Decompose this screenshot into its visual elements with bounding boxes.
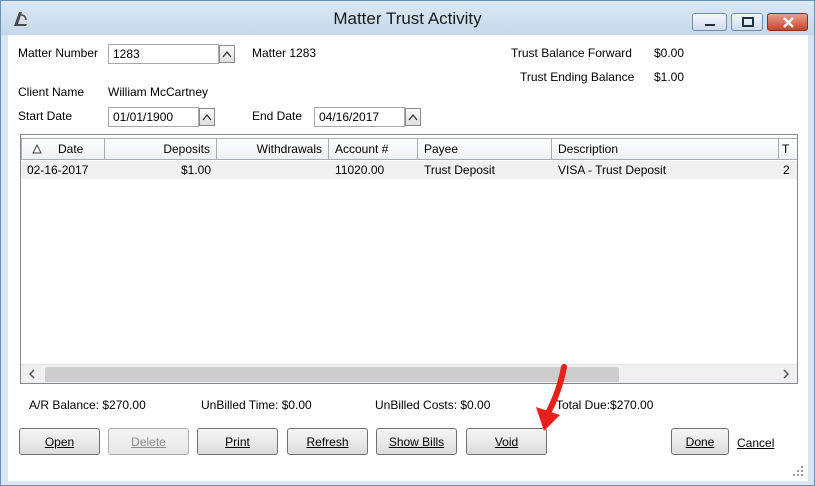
- cell-date: 02-16-2017: [27, 163, 89, 177]
- ar-balance: A/R Balance: $270.00: [29, 398, 146, 412]
- column-header-account[interactable]: Account #: [329, 138, 418, 160]
- cell-account: 11020.00: [335, 163, 385, 177]
- start-date-spin-button[interactable]: [199, 108, 215, 126]
- cell-t: 2: [783, 163, 790, 177]
- trust-balance-forward-value: $0.00: [654, 46, 685, 60]
- matter-number-input[interactable]: 1283: [108, 44, 219, 64]
- column-header-description[interactable]: Description: [552, 138, 779, 160]
- done-button[interactable]: Done: [671, 428, 729, 455]
- end-date-spin-button[interactable]: [405, 108, 421, 126]
- unbilled-time: UnBilled Time: $0.00: [201, 398, 312, 412]
- trust-balance-forward-label: Trust Balance Forward: [511, 46, 632, 60]
- done-button-label: Done: [685, 434, 715, 449]
- delete-button[interactable]: Delete: [108, 428, 189, 455]
- minimize-icon: [705, 24, 715, 26]
- end-date-label: End Date: [252, 109, 303, 123]
- cell-payee: Trust Deposit: [424, 163, 495, 177]
- cell-description: VISA - Trust Deposit: [558, 163, 667, 177]
- void-button-label: Void: [494, 434, 519, 449]
- client-area: Matter Number 1283 Matter 1283 Trust Bal…: [8, 35, 808, 481]
- matter-number-spin-button[interactable]: [219, 45, 235, 63]
- horizontal-scrollbar[interactable]: [21, 364, 797, 383]
- open-button[interactable]: Open: [19, 428, 100, 455]
- chevron-up-icon: [408, 113, 418, 121]
- refresh-button-label: Refresh: [306, 434, 349, 449]
- column-header-t[interactable]: T: [779, 138, 797, 160]
- scroll-right-icon[interactable]: [781, 369, 791, 379]
- table-row[interactable]: 02-16-2017 $1.00 11020.00 Trust Deposit …: [21, 161, 797, 179]
- matter-trust-activity-window: Matter Trust Activity Matter Number 1283…: [0, 0, 815, 486]
- maximize-icon: [742, 17, 754, 27]
- close-button[interactable]: [767, 13, 808, 31]
- open-button-label: Open: [44, 434, 75, 449]
- column-header-withdrawals[interactable]: Withdrawals: [217, 138, 329, 160]
- trust-activity-grid[interactable]: Date Deposits Withdrawals Account # Paye…: [20, 134, 798, 384]
- client-name-label: Client Name: [18, 85, 85, 99]
- end-date-input[interactable]: 04/16/2017: [314, 107, 405, 127]
- show-bills-button[interactable]: Show Bills: [376, 428, 457, 455]
- cell-deposits: $1.00: [180, 163, 211, 177]
- matter-number-label: Matter Number: [18, 46, 99, 60]
- grid-header: Date Deposits Withdrawals Account # Paye…: [21, 138, 797, 160]
- close-icon: [783, 17, 794, 28]
- column-header-date[interactable]: Date: [21, 138, 105, 160]
- chevron-up-icon: [222, 50, 232, 58]
- chevron-up-icon: [202, 113, 212, 121]
- start-date-input[interactable]: 01/01/1900: [108, 107, 199, 127]
- annotation-arrow-icon: [536, 364, 567, 431]
- refresh-button[interactable]: Refresh: [287, 428, 368, 455]
- column-header-deposits[interactable]: Deposits: [105, 138, 217, 160]
- title-bar[interactable]: Matter Trust Activity: [1, 1, 814, 35]
- cancel-button[interactable]: Cancel: [737, 436, 774, 450]
- matter-display: Matter 1283: [252, 46, 317, 60]
- start-date-label: Start Date: [18, 109, 73, 123]
- column-header-payee[interactable]: Payee: [418, 138, 552, 160]
- client-name-value: William McCartney: [108, 85, 209, 99]
- resize-grip-icon[interactable]: [792, 465, 804, 477]
- trust-ending-balance-label: Trust Ending Balance: [520, 70, 635, 84]
- sort-ascending-icon: [32, 144, 42, 154]
- scroll-left-icon[interactable]: [27, 369, 37, 379]
- trust-ending-balance-value: $1.00: [654, 70, 685, 84]
- maximize-button[interactable]: [731, 13, 763, 31]
- print-button-label: Print: [225, 434, 250, 449]
- minimize-button[interactable]: [692, 13, 727, 31]
- show-bills-button-label: Show Bills: [388, 434, 445, 449]
- unbilled-costs: UnBilled Costs: $0.00: [375, 398, 491, 412]
- delete-button-label: Delete: [131, 434, 166, 449]
- print-button[interactable]: Print: [197, 428, 278, 455]
